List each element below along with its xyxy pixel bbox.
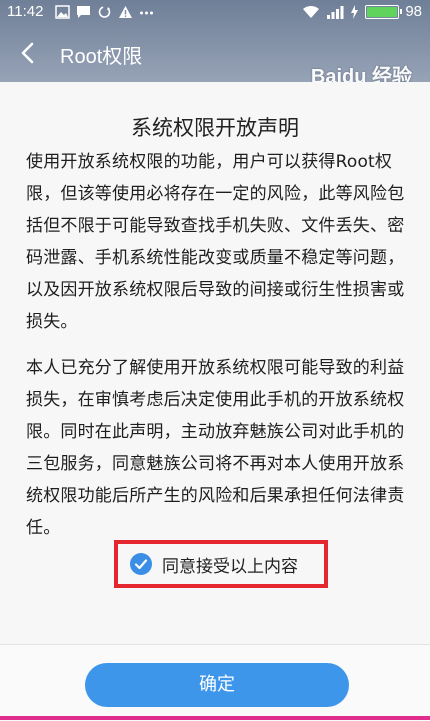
charging-icon <box>351 4 359 19</box>
confirm-button[interactable]: 确定 <box>85 663 349 707</box>
status-bar: 11:42 98 <box>0 0 430 26</box>
bottom-accent-bar <box>0 716 430 720</box>
declaration-content[interactable]: 系统权限开放声明 使用开放系统权限的功能，用户可以获得Root权限，但该等使用必… <box>0 82 430 644</box>
wifi-icon <box>303 5 320 18</box>
back-button[interactable] <box>12 36 46 70</box>
chevron-left-icon <box>21 42 34 64</box>
declaration-paragraph-2: 本人已充分了解使用开放系统权限可能导致的利益损失，在审慎考虑后决定使用此手机的开… <box>26 358 405 538</box>
agreement-highlight-box: 同意接受以上内容 <box>114 540 328 588</box>
more-icon <box>140 11 153 15</box>
declaration-title: 系统权限开放声明 <box>131 116 299 140</box>
footer: 确定 <box>0 644 430 721</box>
signal-icon <box>327 5 344 19</box>
status-notification-icons <box>55 5 154 19</box>
battery-fill <box>367 6 397 17</box>
agree-checkbox-row[interactable]: 同意接受以上内容 <box>130 552 298 577</box>
declaration-paragraph-1: 使用开放系统权限的功能，用户可以获得Root权限，但该等使用必将存在一定的风险，… <box>26 152 405 332</box>
sync-icon <box>98 6 111 18</box>
image-icon <box>55 5 70 19</box>
agree-label: 同意接受以上内容 <box>162 556 298 577</box>
toolbar: Root权限 Baidu 经验 <box>0 26 430 88</box>
battery-level: 98 <box>405 3 422 20</box>
page-title: Root权限 <box>60 46 143 68</box>
status-time: 11:42 <box>7 3 44 20</box>
warning-icon <box>119 6 132 18</box>
agree-checkbox[interactable] <box>130 553 152 575</box>
status-system-icons: 98 <box>302 3 422 20</box>
message-icon <box>77 6 90 18</box>
checkmark-icon <box>134 559 148 570</box>
battery-icon <box>365 4 403 19</box>
